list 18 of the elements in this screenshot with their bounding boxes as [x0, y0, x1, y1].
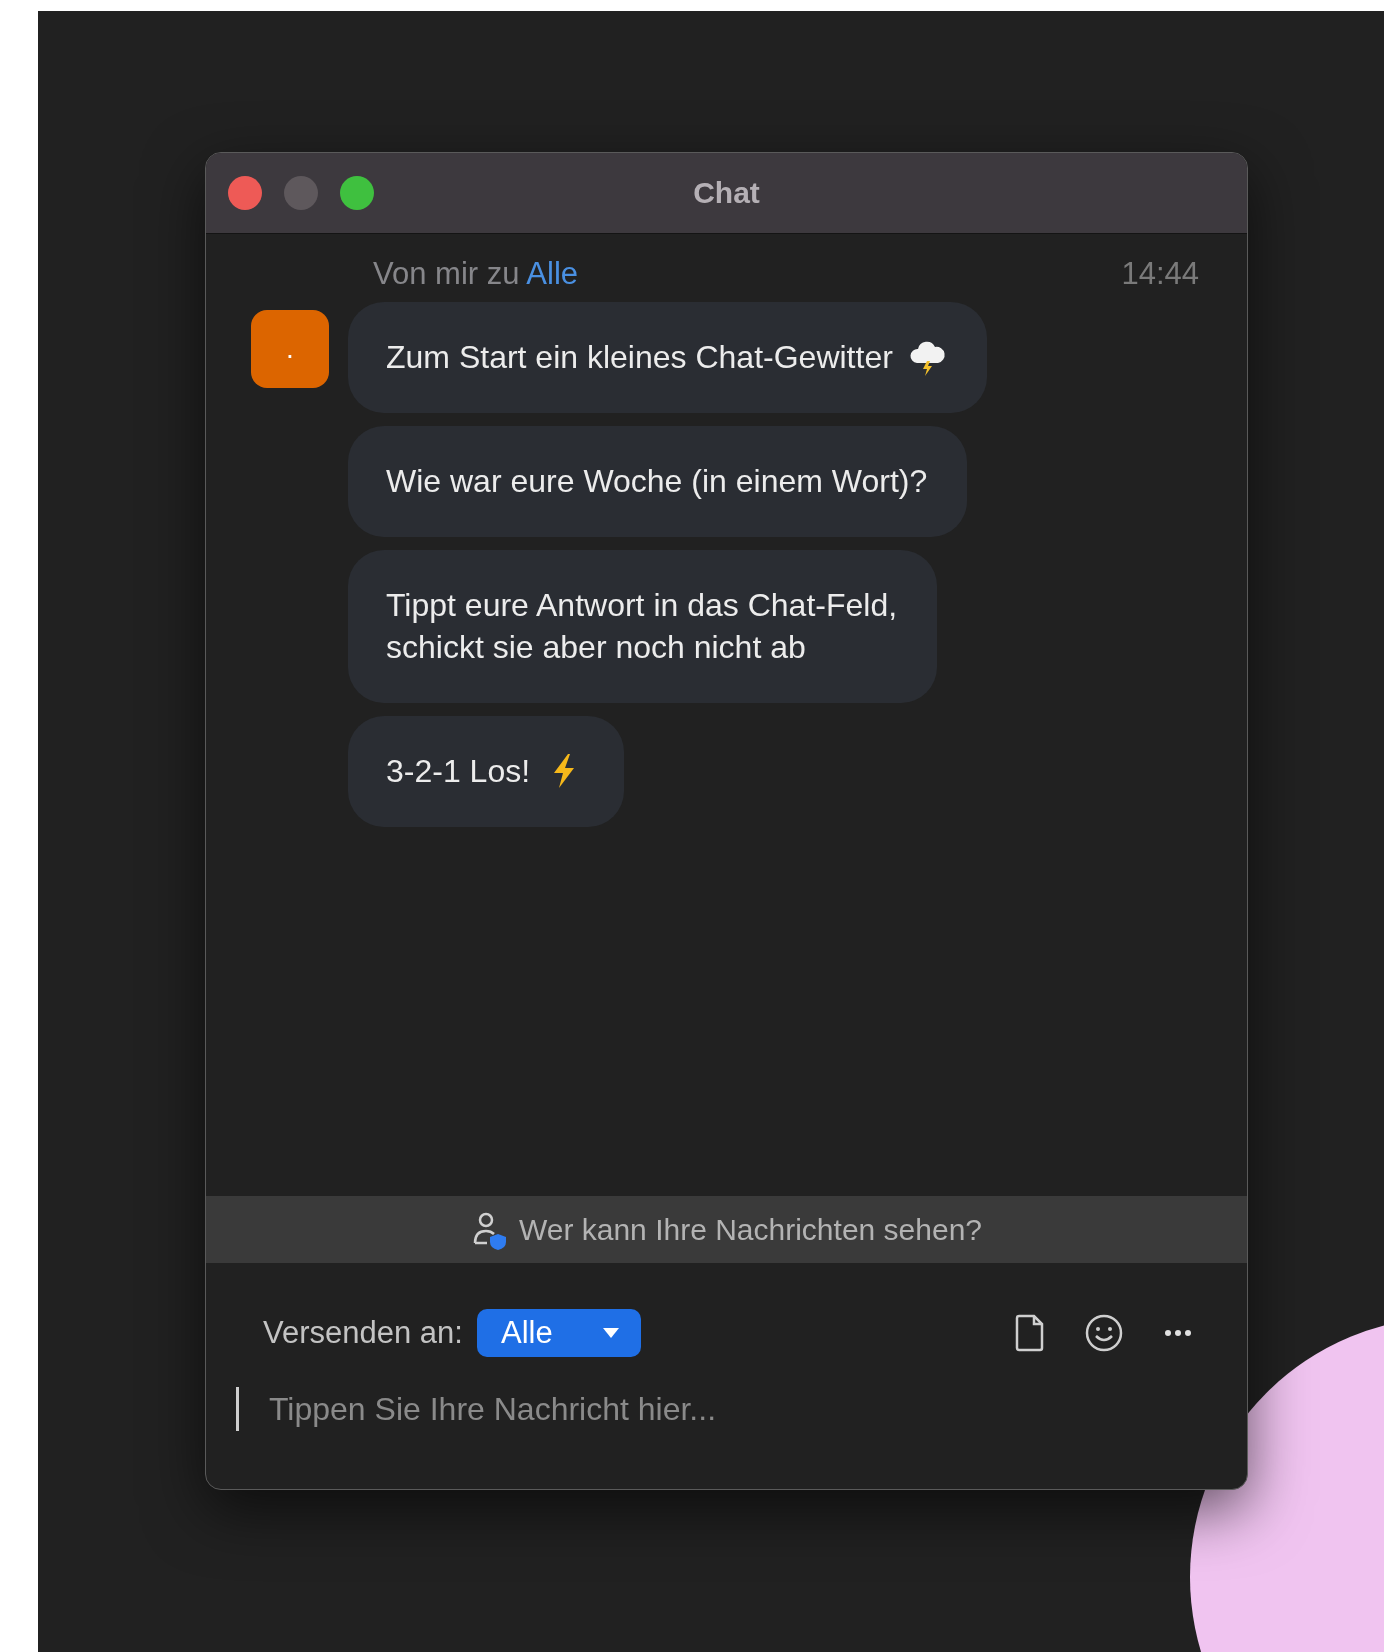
send-to-label: Versenden an:: [263, 1315, 463, 1351]
close-window-button[interactable]: [228, 176, 262, 210]
privacy-banner-text: Wer kann Ihre Nachrichten sehen?: [518, 1212, 982, 1247]
window-title: Chat: [693, 176, 760, 210]
message-input[interactable]: Tippen Sie Ihre Nachricht hier...: [269, 1390, 1207, 1428]
message-text: Wie war eure Woche (in einem Wort)?: [386, 462, 928, 501]
recipient-dropdown[interactable]: Alle: [476, 1309, 641, 1357]
message-text: Tippt eure Antwort in das Chat-Feld, schickt sie aber noch nicht ab: [386, 586, 898, 667]
avatar: .: [251, 310, 329, 388]
smiley-icon[interactable]: [1083, 1312, 1125, 1354]
text-cursor: [236, 1387, 239, 1431]
caret-icon: [600, 1327, 621, 1339]
privacy-banner[interactable]: Wer kann Ihre Nachrichten sehen?: [206, 1196, 1247, 1263]
message-time: 14:44: [1121, 256, 1199, 292]
zoom-window-button[interactable]: [340, 176, 374, 210]
message-text: Zum Start ein kleines Chat-Gewitter: [386, 338, 893, 377]
message-text: 3-2-1 Los!: [386, 752, 531, 791]
message-sender-line: Von mir zu Alle: [373, 256, 579, 292]
